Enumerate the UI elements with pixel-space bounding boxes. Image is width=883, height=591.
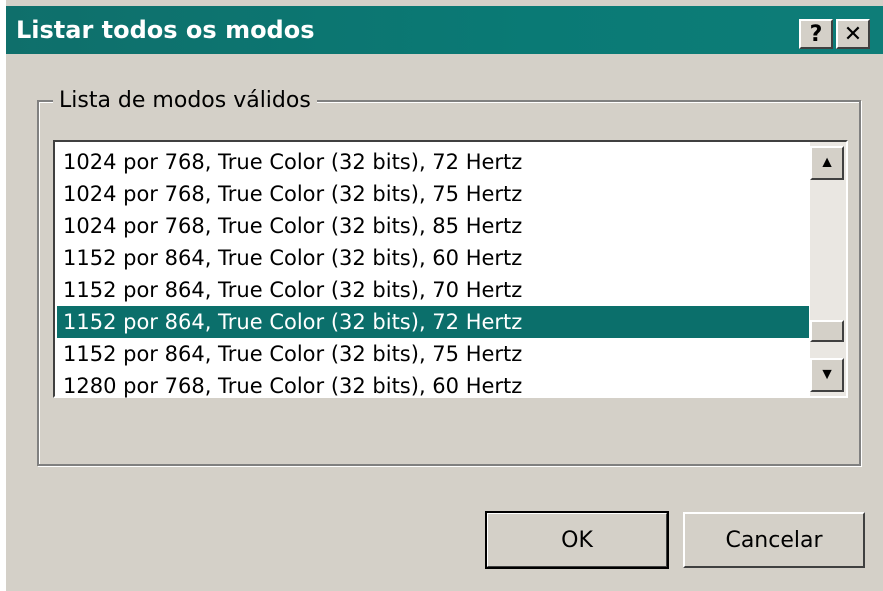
list-item[interactable]: 1152 por 864, True Color (32 bits), 75 H… [57, 338, 809, 370]
window-title: Listar todos os modos [16, 16, 315, 44]
list-item[interactable]: 1024 por 768, True Color (32 bits), 72 H… [57, 146, 809, 178]
list-item[interactable]: 1280 por 768, True Color (32 bits), 60 H… [57, 370, 809, 402]
modes-listbox[interactable]: 1024 por 768, True Color (32 bits), 72 H… [53, 140, 848, 398]
help-button[interactable]: ? [799, 19, 833, 49]
list-item[interactable]: 1024 por 768, True Color (32 bits), 75 H… [57, 178, 809, 210]
vertical-scrollbar[interactable]: ▲ ▼ [810, 142, 846, 396]
close-icon: ✕ [843, 21, 863, 47]
title-bar[interactable]: Listar todos os modos ? ✕ [6, 6, 883, 54]
list-item-selected[interactable]: 1152 por 864, True Color (32 bits), 72 H… [57, 306, 809, 338]
ok-button[interactable]: OK [485, 511, 669, 569]
help-icon: ? [809, 21, 823, 47]
dialog-window: Listar todos os modos ? ✕ Lista de modos… [6, 0, 883, 591]
scroll-down-button[interactable]: ▼ [810, 358, 844, 392]
scroll-down-arrow-icon: ▼ [819, 366, 835, 383]
scroll-up-button[interactable]: ▲ [810, 146, 844, 180]
groupbox-label: Lista de modos válidos [53, 88, 317, 113]
scroll-up-arrow-icon: ▲ [819, 154, 835, 171]
list-item[interactable]: 1024 por 768, True Color (32 bits), 85 H… [57, 210, 809, 242]
modes-list: 1024 por 768, True Color (32 bits), 72 H… [57, 146, 809, 402]
list-item[interactable]: 1152 por 864, True Color (32 bits), 70 H… [57, 274, 809, 306]
cancel-button[interactable]: Cancelar [683, 512, 865, 568]
list-item[interactable]: 1152 por 864, True Color (32 bits), 60 H… [57, 242, 809, 274]
scroll-thumb[interactable] [810, 320, 844, 342]
close-button[interactable]: ✕ [836, 19, 870, 49]
